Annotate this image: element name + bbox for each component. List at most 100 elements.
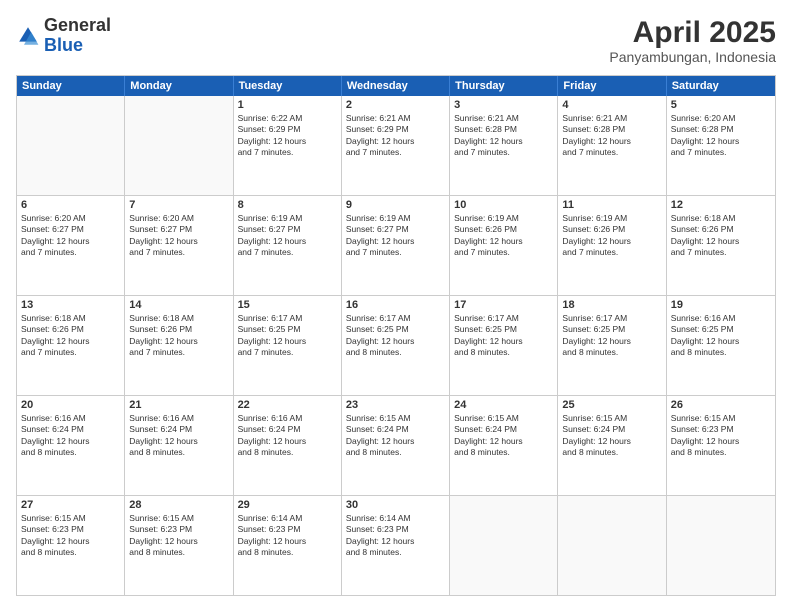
calendar-cell [558, 496, 666, 595]
calendar-cell: 19 Sunrise: 6:16 AM Sunset: 6:25 PM Dayli… [667, 296, 775, 395]
day-content: Sunrise: 6:17 AM Sunset: 6:25 PM Dayligh… [454, 313, 553, 359]
day-number: 6 [21, 199, 120, 211]
day-number: 23 [346, 399, 445, 411]
day-number: 1 [238, 99, 337, 111]
day-content: Sunrise: 6:15 AM Sunset: 6:23 PM Dayligh… [129, 513, 228, 559]
day-content: Sunrise: 6:18 AM Sunset: 6:26 PM Dayligh… [129, 313, 228, 359]
day-content: Sunrise: 6:17 AM Sunset: 6:25 PM Dayligh… [346, 313, 445, 359]
day-content: Sunrise: 6:16 AM Sunset: 6:25 PM Dayligh… [671, 313, 771, 359]
day-number: 24 [454, 399, 553, 411]
calendar-cell: 28 Sunrise: 6:15 AM Sunset: 6:23 PM Dayli… [125, 496, 233, 595]
day-number: 9 [346, 199, 445, 211]
page: General Blue April 2025 Panyambungan, In… [0, 0, 792, 612]
day-number: 13 [21, 299, 120, 311]
calendar: SundayMondayTuesdayWednesdayThursdayFrid… [16, 75, 776, 596]
day-content: Sunrise: 6:16 AM Sunset: 6:24 PM Dayligh… [21, 413, 120, 459]
calendar-cell: 11 Sunrise: 6:19 AM Sunset: 6:26 PM Dayli… [558, 196, 666, 295]
calendar-header: SundayMondayTuesdayWednesdayThursdayFrid… [17, 76, 775, 96]
calendar-row-0: 1 Sunrise: 6:22 AM Sunset: 6:29 PM Daylig… [17, 96, 775, 195]
day-content: Sunrise: 6:21 AM Sunset: 6:28 PM Dayligh… [454, 113, 553, 159]
calendar-cell: 17 Sunrise: 6:17 AM Sunset: 6:25 PM Dayli… [450, 296, 558, 395]
calendar-cell: 26 Sunrise: 6:15 AM Sunset: 6:23 PM Dayli… [667, 396, 775, 495]
day-content: Sunrise: 6:21 AM Sunset: 6:29 PM Dayligh… [346, 113, 445, 159]
calendar-row-2: 13 Sunrise: 6:18 AM Sunset: 6:26 PM Dayli… [17, 295, 775, 395]
calendar-cell: 16 Sunrise: 6:17 AM Sunset: 6:25 PM Dayli… [342, 296, 450, 395]
title-block: April 2025 Panyambungan, Indonesia [609, 16, 776, 65]
calendar-cell: 24Sunrise: 6:15 AM Sunset: 6:24 PM Dayli… [450, 396, 558, 495]
header-day-friday: Friday [558, 76, 666, 96]
calendar-cell: 7 Sunrise: 6:20 AM Sunset: 6:27 PM Daylig… [125, 196, 233, 295]
day-number: 17 [454, 299, 553, 311]
header-day-monday: Monday [125, 76, 233, 96]
day-number: 14 [129, 299, 228, 311]
calendar-row-4: 27 Sunrise: 6:15 AM Sunset: 6:23 PM Dayli… [17, 495, 775, 595]
day-content: Sunrise: 6:22 AM Sunset: 6:29 PM Dayligh… [238, 113, 337, 159]
calendar-cell: 8Sunrise: 6:19 AM Sunset: 6:27 PM Daylig… [234, 196, 342, 295]
header-day-sunday: Sunday [17, 76, 125, 96]
logo-line1: General [44, 16, 111, 36]
day-number: 19 [671, 299, 771, 311]
day-number: 15 [238, 299, 337, 311]
calendar-cell: 2 Sunrise: 6:21 AM Sunset: 6:29 PM Daylig… [342, 96, 450, 195]
header-day-saturday: Saturday [667, 76, 775, 96]
calendar-cell [17, 96, 125, 195]
calendar-row-3: 20Sunrise: 6:16 AM Sunset: 6:24 PM Dayli… [17, 395, 775, 495]
day-number: 26 [671, 399, 771, 411]
day-number: 29 [238, 499, 337, 511]
day-number: 18 [562, 299, 661, 311]
calendar-row-1: 6 Sunrise: 6:20 AM Sunset: 6:27 PM Daylig… [17, 195, 775, 295]
day-content: Sunrise: 6:15 AM Sunset: 6:23 PM Dayligh… [671, 413, 771, 459]
header-day-wednesday: Wednesday [342, 76, 450, 96]
day-number: 27 [21, 499, 120, 511]
day-number: 11 [562, 199, 661, 211]
calendar-cell: 1 Sunrise: 6:22 AM Sunset: 6:29 PM Daylig… [234, 96, 342, 195]
day-number: 16 [346, 299, 445, 311]
calendar-cell: 9 Sunrise: 6:19 AM Sunset: 6:27 PM Daylig… [342, 196, 450, 295]
day-number: 10 [454, 199, 553, 211]
calendar-cell [667, 496, 775, 595]
calendar-cell [450, 496, 558, 595]
calendar-cell: 3Sunrise: 6:21 AM Sunset: 6:28 PM Daylig… [450, 96, 558, 195]
day-number: 30 [346, 499, 445, 511]
day-content: Sunrise: 6:19 AM Sunset: 6:26 PM Dayligh… [454, 213, 553, 259]
calendar-cell: 25Sunrise: 6:15 AM Sunset: 6:24 PM Dayli… [558, 396, 666, 495]
day-content: Sunrise: 6:17 AM Sunset: 6:25 PM Dayligh… [238, 313, 337, 359]
day-content: Sunrise: 6:18 AM Sunset: 6:26 PM Dayligh… [21, 313, 120, 359]
day-content: Sunrise: 6:15 AM Sunset: 6:24 PM Dayligh… [346, 413, 445, 459]
day-content: Sunrise: 6:19 AM Sunset: 6:26 PM Dayligh… [562, 213, 661, 259]
logo-icon [16, 24, 40, 48]
calendar-cell: 21Sunrise: 6:16 AM Sunset: 6:24 PM Dayli… [125, 396, 233, 495]
day-content: Sunrise: 6:16 AM Sunset: 6:24 PM Dayligh… [238, 413, 337, 459]
calendar-body: 1 Sunrise: 6:22 AM Sunset: 6:29 PM Daylig… [17, 96, 775, 595]
calendar-cell: 20Sunrise: 6:16 AM Sunset: 6:24 PM Dayli… [17, 396, 125, 495]
calendar-cell: 23 Sunrise: 6:15 AM Sunset: 6:24 PM Dayli… [342, 396, 450, 495]
calendar-cell: 22 Sunrise: 6:16 AM Sunset: 6:24 PM Dayli… [234, 396, 342, 495]
header: General Blue April 2025 Panyambungan, In… [16, 16, 776, 65]
day-content: Sunrise: 6:15 AM Sunset: 6:24 PM Dayligh… [562, 413, 661, 459]
day-number: 22 [238, 399, 337, 411]
calendar-cell: 30Sunrise: 6:14 AM Sunset: 6:23 PM Dayli… [342, 496, 450, 595]
day-content: Sunrise: 6:21 AM Sunset: 6:28 PM Dayligh… [562, 113, 661, 159]
calendar-cell: 4 Sunrise: 6:21 AM Sunset: 6:28 PM Daylig… [558, 96, 666, 195]
day-number: 7 [129, 199, 228, 211]
day-content: Sunrise: 6:20 AM Sunset: 6:27 PM Dayligh… [21, 213, 120, 259]
day-number: 8 [238, 199, 337, 211]
calendar-cell: 14 Sunrise: 6:18 AM Sunset: 6:26 PM Dayli… [125, 296, 233, 395]
calendar-cell: 27 Sunrise: 6:15 AM Sunset: 6:23 PM Dayli… [17, 496, 125, 595]
calendar-cell: 29Sunrise: 6:14 AM Sunset: 6:23 PM Dayli… [234, 496, 342, 595]
day-content: Sunrise: 6:20 AM Sunset: 6:27 PM Dayligh… [129, 213, 228, 259]
day-content: Sunrise: 6:19 AM Sunset: 6:27 PM Dayligh… [346, 213, 445, 259]
calendar-cell [125, 96, 233, 195]
day-content: Sunrise: 6:18 AM Sunset: 6:26 PM Dayligh… [671, 213, 771, 259]
day-content: Sunrise: 6:15 AM Sunset: 6:23 PM Dayligh… [21, 513, 120, 559]
calendar-cell: 5Sunrise: 6:20 AM Sunset: 6:28 PM Daylig… [667, 96, 775, 195]
calendar-cell: 13 Sunrise: 6:18 AM Sunset: 6:26 PM Dayli… [17, 296, 125, 395]
logo-line2: Blue [44, 36, 111, 56]
day-number: 4 [562, 99, 661, 111]
day-content: Sunrise: 6:16 AM Sunset: 6:24 PM Dayligh… [129, 413, 228, 459]
location-subtitle: Panyambungan, Indonesia [609, 49, 776, 65]
day-number: 2 [346, 99, 445, 111]
calendar-cell: 18Sunrise: 6:17 AM Sunset: 6:25 PM Dayli… [558, 296, 666, 395]
calendar-cell: 15 Sunrise: 6:17 AM Sunset: 6:25 PM Dayli… [234, 296, 342, 395]
day-number: 28 [129, 499, 228, 511]
